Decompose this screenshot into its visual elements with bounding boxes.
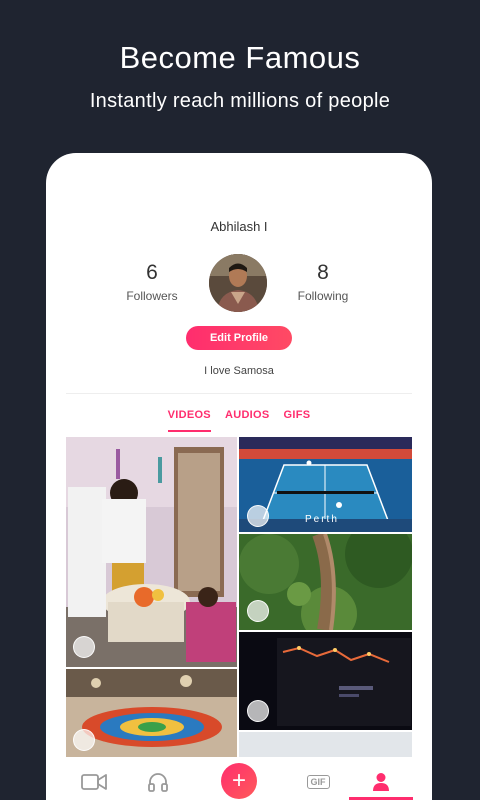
add-button[interactable]: + — [221, 763, 257, 799]
play-icon — [73, 636, 95, 658]
followers-label: Followers — [126, 289, 178, 303]
avatar[interactable] — [209, 254, 267, 312]
video-tile-dark[interactable] — [239, 632, 412, 730]
video-tile-tennis[interactable]: Perth — [239, 437, 412, 532]
profile-name: Abhilash I — [210, 219, 268, 234]
video-tile-rangoli[interactable] — [66, 669, 237, 757]
profile-icon[interactable] — [367, 769, 395, 795]
tab-videos[interactable]: VIDEOS — [167, 409, 211, 432]
tab-audios[interactable]: AUDIOS — [225, 409, 270, 432]
promo-subtitle: Instantly reach millions of people — [89, 90, 391, 112]
headphones-icon[interactable] — [144, 769, 172, 795]
video-tile-partial[interactable] — [239, 732, 412, 757]
bottom-nav: + GIF — [46, 759, 432, 800]
followers-count: 6 — [146, 261, 158, 284]
tab-gifs[interactable]: GIFS — [284, 409, 311, 432]
play-icon — [73, 729, 95, 751]
play-icon — [247, 505, 269, 527]
play-icon — [247, 600, 269, 622]
media-tabs: VIDEOS AUDIOS GIFS — [46, 409, 432, 432]
video-grid: Perth — [66, 437, 412, 757]
gif-label: GIF — [306, 775, 330, 789]
promo-title: Become Famous — [119, 40, 361, 75]
tennis-overlay-text: Perth — [305, 514, 339, 525]
followers-stat[interactable]: 6 Followers — [102, 261, 202, 303]
phone-screen: Abhilash I 6 Followers 8 Following Edit … — [46, 153, 432, 800]
divider — [66, 393, 412, 394]
following-stat[interactable]: 8 Following — [273, 261, 373, 303]
gif-icon[interactable]: GIF — [304, 769, 332, 795]
following-count: 8 — [317, 261, 329, 284]
edit-profile-button[interactable]: Edit Profile — [186, 326, 292, 350]
video-camera-icon[interactable] — [80, 769, 108, 795]
video-tile-nature[interactable] — [239, 534, 412, 630]
play-icon — [247, 700, 269, 722]
following-label: Following — [297, 289, 349, 303]
profile-bio: I love Samosa — [204, 365, 274, 377]
video-tile-birthday[interactable] — [66, 437, 237, 667]
